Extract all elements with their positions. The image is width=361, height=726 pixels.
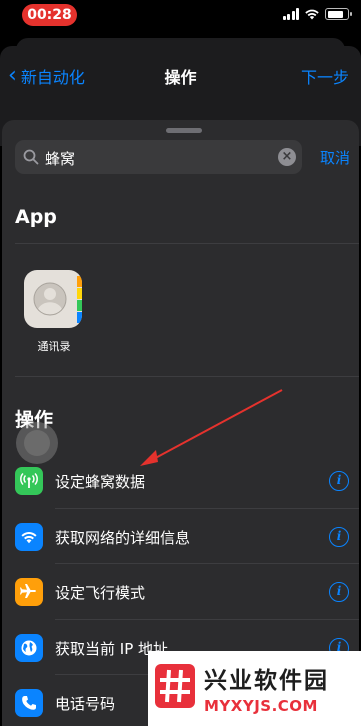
status-bar: 00:28	[0, 0, 361, 30]
clear-search-icon[interactable]: ×	[278, 148, 296, 166]
action-label: 设定蜂窝数据	[55, 473, 146, 491]
back-button[interactable]: ‹ 新自动化	[8, 64, 85, 88]
action-label: 电话号码	[55, 695, 116, 713]
phone-icon	[15, 689, 43, 717]
apps-section-title: App	[15, 206, 57, 228]
wifi-icon	[15, 522, 43, 551]
info-icon[interactable]: i	[329, 582, 349, 602]
actions-sheet: 蜂窝 × 取消 App 通讯录 操作 设定蜂窝数据 i 获取网络的详细信息 i …	[2, 120, 359, 726]
info-icon[interactable]: i	[329, 471, 349, 491]
search-query: 蜂窝	[45, 150, 76, 168]
chevron-left-icon: ‹	[8, 63, 17, 88]
watermark-title: 兴业软件园	[204, 668, 329, 694]
watermark: 兴业软件园 MYXYJS.COM	[148, 651, 361, 726]
action-get-network-details[interactable]: 获取网络的详细信息 i	[2, 509, 359, 564]
watermark-logo	[155, 664, 195, 708]
action-set-cellular-data[interactable]: 设定蜂窝数据 i	[2, 453, 359, 509]
action-label: 设定飞行模式	[55, 584, 146, 602]
action-set-airplane-mode[interactable]: 设定飞行模式 i	[2, 564, 359, 620]
sheet-grabber[interactable]	[166, 128, 202, 133]
watermark-subtitle: MYXYJS.COM	[204, 697, 318, 715]
battery-icon	[325, 8, 352, 20]
search-row: 蜂窝 × 取消	[15, 140, 350, 174]
globe-icon	[15, 633, 43, 662]
cellular-signal-icon	[282, 8, 299, 20]
app-contacts-label: 通讯录	[37, 340, 71, 353]
contacts-icon	[24, 270, 82, 328]
app-contacts[interactable]: 通讯录	[24, 270, 84, 354]
action-label: 获取网络的详细信息	[55, 528, 191, 547]
next-button[interactable]: 下一步	[301, 64, 349, 88]
cellular-antenna-icon	[15, 467, 43, 495]
search-input[interactable]: 蜂窝 ×	[15, 140, 302, 174]
status-time: 00:28	[22, 4, 77, 26]
divider	[15, 243, 359, 244]
divider	[15, 376, 359, 377]
search-icon	[23, 149, 39, 165]
back-button-label: 新自动化	[20, 68, 85, 87]
info-icon[interactable]: i	[329, 526, 349, 547]
wifi-status-icon	[305, 9, 319, 20]
status-icons	[282, 8, 352, 20]
airplane-icon	[15, 578, 43, 606]
cancel-button[interactable]: 取消	[320, 147, 350, 168]
